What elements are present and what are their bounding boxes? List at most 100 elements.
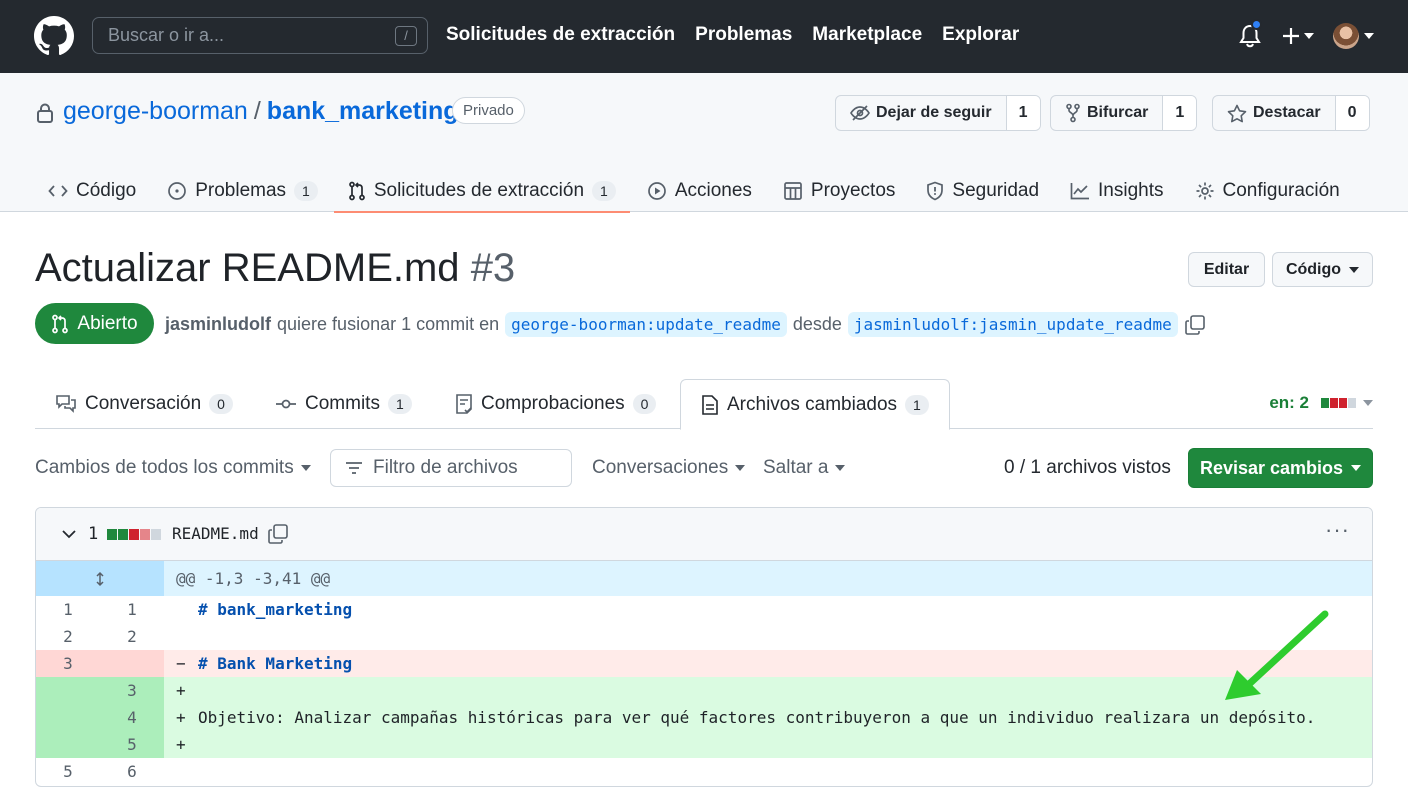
nav-issues[interactable]: Problemas bbox=[695, 24, 792, 46]
status-label: Abierto bbox=[77, 312, 138, 334]
avatar-caret-icon[interactable] bbox=[1364, 33, 1374, 39]
changes-from-label: Cambios de todos los commits bbox=[35, 457, 294, 478]
old-line-number[interactable]: 5 bbox=[36, 758, 100, 785]
edit-button[interactable]: Editar bbox=[1188, 252, 1265, 287]
fork-label: Bifurcar bbox=[1087, 104, 1149, 121]
base-branch[interactable]: george-boorman:update_readme bbox=[505, 312, 787, 337]
file-change-count: 1 bbox=[88, 524, 99, 544]
repo-name-link[interactable]: bank_marketing bbox=[267, 97, 459, 126]
tab-security[interactable]: Seguridad bbox=[926, 169, 1039, 212]
tab-insights[interactable]: Insights bbox=[1070, 169, 1164, 212]
tab-issues-label: Problemas bbox=[195, 179, 287, 201]
tab-code[interactable]: Código bbox=[48, 169, 136, 212]
jump-to-label: Saltar a bbox=[763, 457, 829, 478]
tab-issues[interactable]: Problemas 1 bbox=[167, 169, 318, 212]
plus-icon[interactable] bbox=[1281, 24, 1301, 48]
changes-from-dropdown[interactable]: Cambios de todos los commits bbox=[35, 457, 311, 479]
old-line-number[interactable]: 3 bbox=[36, 650, 100, 677]
diff-line[interactable]: 4 + Objetivo: Analizar campañas históricas… bbox=[36, 704, 1372, 731]
nav-explore[interactable]: Explorar bbox=[942, 24, 1019, 46]
shield-icon bbox=[926, 181, 944, 201]
new-line-number[interactable]: 2 bbox=[100, 623, 164, 650]
file-name[interactable]: README.md bbox=[172, 524, 259, 543]
github-logo-icon[interactable] bbox=[34, 16, 74, 56]
filter-placeholder: Filtro de archivos bbox=[373, 457, 518, 478]
hunk-header: @@ -1,3 -3,41 @@ bbox=[36, 561, 1372, 596]
chevron-down-icon[interactable] bbox=[62, 530, 76, 539]
new-line-number[interactable]: 3 bbox=[100, 677, 164, 704]
avatar[interactable] bbox=[1333, 23, 1359, 49]
new-line-number[interactable] bbox=[100, 650, 164, 677]
global-header: Buscar o ir a... / Solicitudes de extrac… bbox=[0, 0, 1408, 73]
old-line-number[interactable] bbox=[36, 677, 100, 704]
fork-button[interactable]: Bifurcar 1 bbox=[1050, 95, 1198, 131]
old-line-number[interactable] bbox=[36, 731, 100, 758]
diff-line[interactable]: 5 + bbox=[36, 731, 1372, 758]
old-line-number[interactable]: 2 bbox=[36, 623, 100, 650]
tab-projects[interactable]: Proyectos bbox=[783, 169, 895, 212]
expand-icon[interactable] bbox=[36, 561, 164, 596]
star-count: 0 bbox=[1335, 96, 1369, 130]
file-diffstat-bars bbox=[107, 529, 162, 540]
diff-sign bbox=[176, 600, 198, 619]
diff-line[interactable]: 3 − # Bank Marketing bbox=[36, 650, 1372, 677]
tab-settings[interactable]: Configuración bbox=[1195, 169, 1340, 212]
more-options-icon[interactable]: ··· bbox=[1325, 519, 1350, 541]
chevron-down-icon bbox=[1363, 400, 1373, 406]
pull-request-icon bbox=[51, 314, 69, 334]
tab-pull-requests[interactable]: Solicitudes de extracción 1 bbox=[333, 169, 630, 213]
code-icon bbox=[48, 183, 68, 199]
file-filter-input[interactable]: Filtro de archivos bbox=[330, 449, 572, 487]
tab-commits[interactable]: Commits 1 bbox=[275, 379, 412, 429]
old-line-number[interactable] bbox=[36, 704, 100, 731]
head-branch[interactable]: jasminludolf:jasmin_update_readme bbox=[847, 312, 1178, 337]
conversations-label: Conversaciones bbox=[592, 457, 729, 478]
nav-marketplace[interactable]: Marketplace bbox=[812, 24, 922, 46]
diff-line[interactable]: 11 # bank_marketing bbox=[36, 596, 1372, 623]
copy-icon[interactable] bbox=[1184, 314, 1206, 336]
tab-projects-label: Proyectos bbox=[810, 179, 896, 201]
line-text: Objetivo: Analizar campañas históricas p… bbox=[198, 708, 1316, 727]
review-changes-button[interactable]: Revisar cambios bbox=[1188, 448, 1373, 488]
repo-owner-link[interactable]: george-boorman bbox=[63, 97, 248, 126]
diff-line[interactable]: 22 bbox=[36, 623, 1372, 650]
new-line-number[interactable]: 6 bbox=[100, 758, 164, 785]
pr-title-text: Actualizar README.md bbox=[35, 246, 460, 290]
new-line-number[interactable]: 5 bbox=[100, 731, 164, 758]
conversations-dropdown[interactable]: Conversaciones bbox=[592, 457, 746, 479]
watch-label: Dejar de seguir bbox=[876, 104, 992, 121]
tab-actions[interactable]: Acciones bbox=[647, 169, 752, 212]
chevron-down-icon bbox=[1351, 465, 1362, 471]
old-line-number[interactable]: 1 bbox=[36, 596, 100, 623]
tab-checks[interactable]: Comprobaciones 0 bbox=[455, 379, 657, 429]
new-line-number[interactable]: 1 bbox=[100, 596, 164, 623]
tab-conversation[interactable]: Conversación 0 bbox=[55, 379, 233, 429]
diff-line[interactable]: 3 + bbox=[36, 677, 1372, 704]
new-line-number[interactable]: 4 bbox=[100, 704, 164, 731]
nav-pull-requests[interactable]: Solicitudes de extracción bbox=[446, 24, 675, 46]
plus-caret-icon[interactable] bbox=[1304, 33, 1314, 39]
chevron-down-icon bbox=[735, 465, 746, 471]
copy-icon[interactable] bbox=[267, 523, 289, 545]
tab-conversation-count: 0 bbox=[209, 394, 233, 414]
pr-tabs: Conversación 0 Commits 1 Comprobaciones … bbox=[35, 379, 1373, 430]
line-text: # Bank Marketing bbox=[198, 654, 353, 673]
tab-pull-requests-label: Solicitudes de extracción bbox=[373, 179, 585, 201]
review-label: Revisar cambios bbox=[1199, 457, 1344, 478]
search-input[interactable]: Buscar o ir a... / bbox=[92, 17, 428, 54]
repo-tabs: Código Problemas 1 Solicitudes de extrac… bbox=[48, 169, 1340, 213]
filter-icon bbox=[345, 461, 363, 475]
watch-button[interactable]: Dejar de seguir 1 bbox=[835, 95, 1041, 131]
jump-to-dropdown[interactable]: Saltar a bbox=[763, 457, 846, 479]
diff-sign: − bbox=[176, 654, 186, 673]
tab-files-changed[interactable]: Archivos cambiados 1 bbox=[680, 379, 950, 430]
annotation-arrow-icon bbox=[1215, 608, 1335, 708]
star-button[interactable]: Destacar 0 bbox=[1212, 95, 1370, 131]
diff-line[interactable]: 56 bbox=[36, 758, 1372, 785]
search-placeholder: Buscar o ir a... bbox=[108, 25, 225, 45]
code-dropdown-button[interactable]: Código bbox=[1272, 252, 1373, 287]
diffstat-summary[interactable]: en: 2 bbox=[1269, 393, 1373, 413]
author-link[interactable]: jasminludolf bbox=[165, 314, 271, 335]
graph-icon bbox=[1070, 182, 1090, 200]
pr-meta: jasminludolf quiere fusionar 1 commit en… bbox=[165, 312, 1206, 337]
